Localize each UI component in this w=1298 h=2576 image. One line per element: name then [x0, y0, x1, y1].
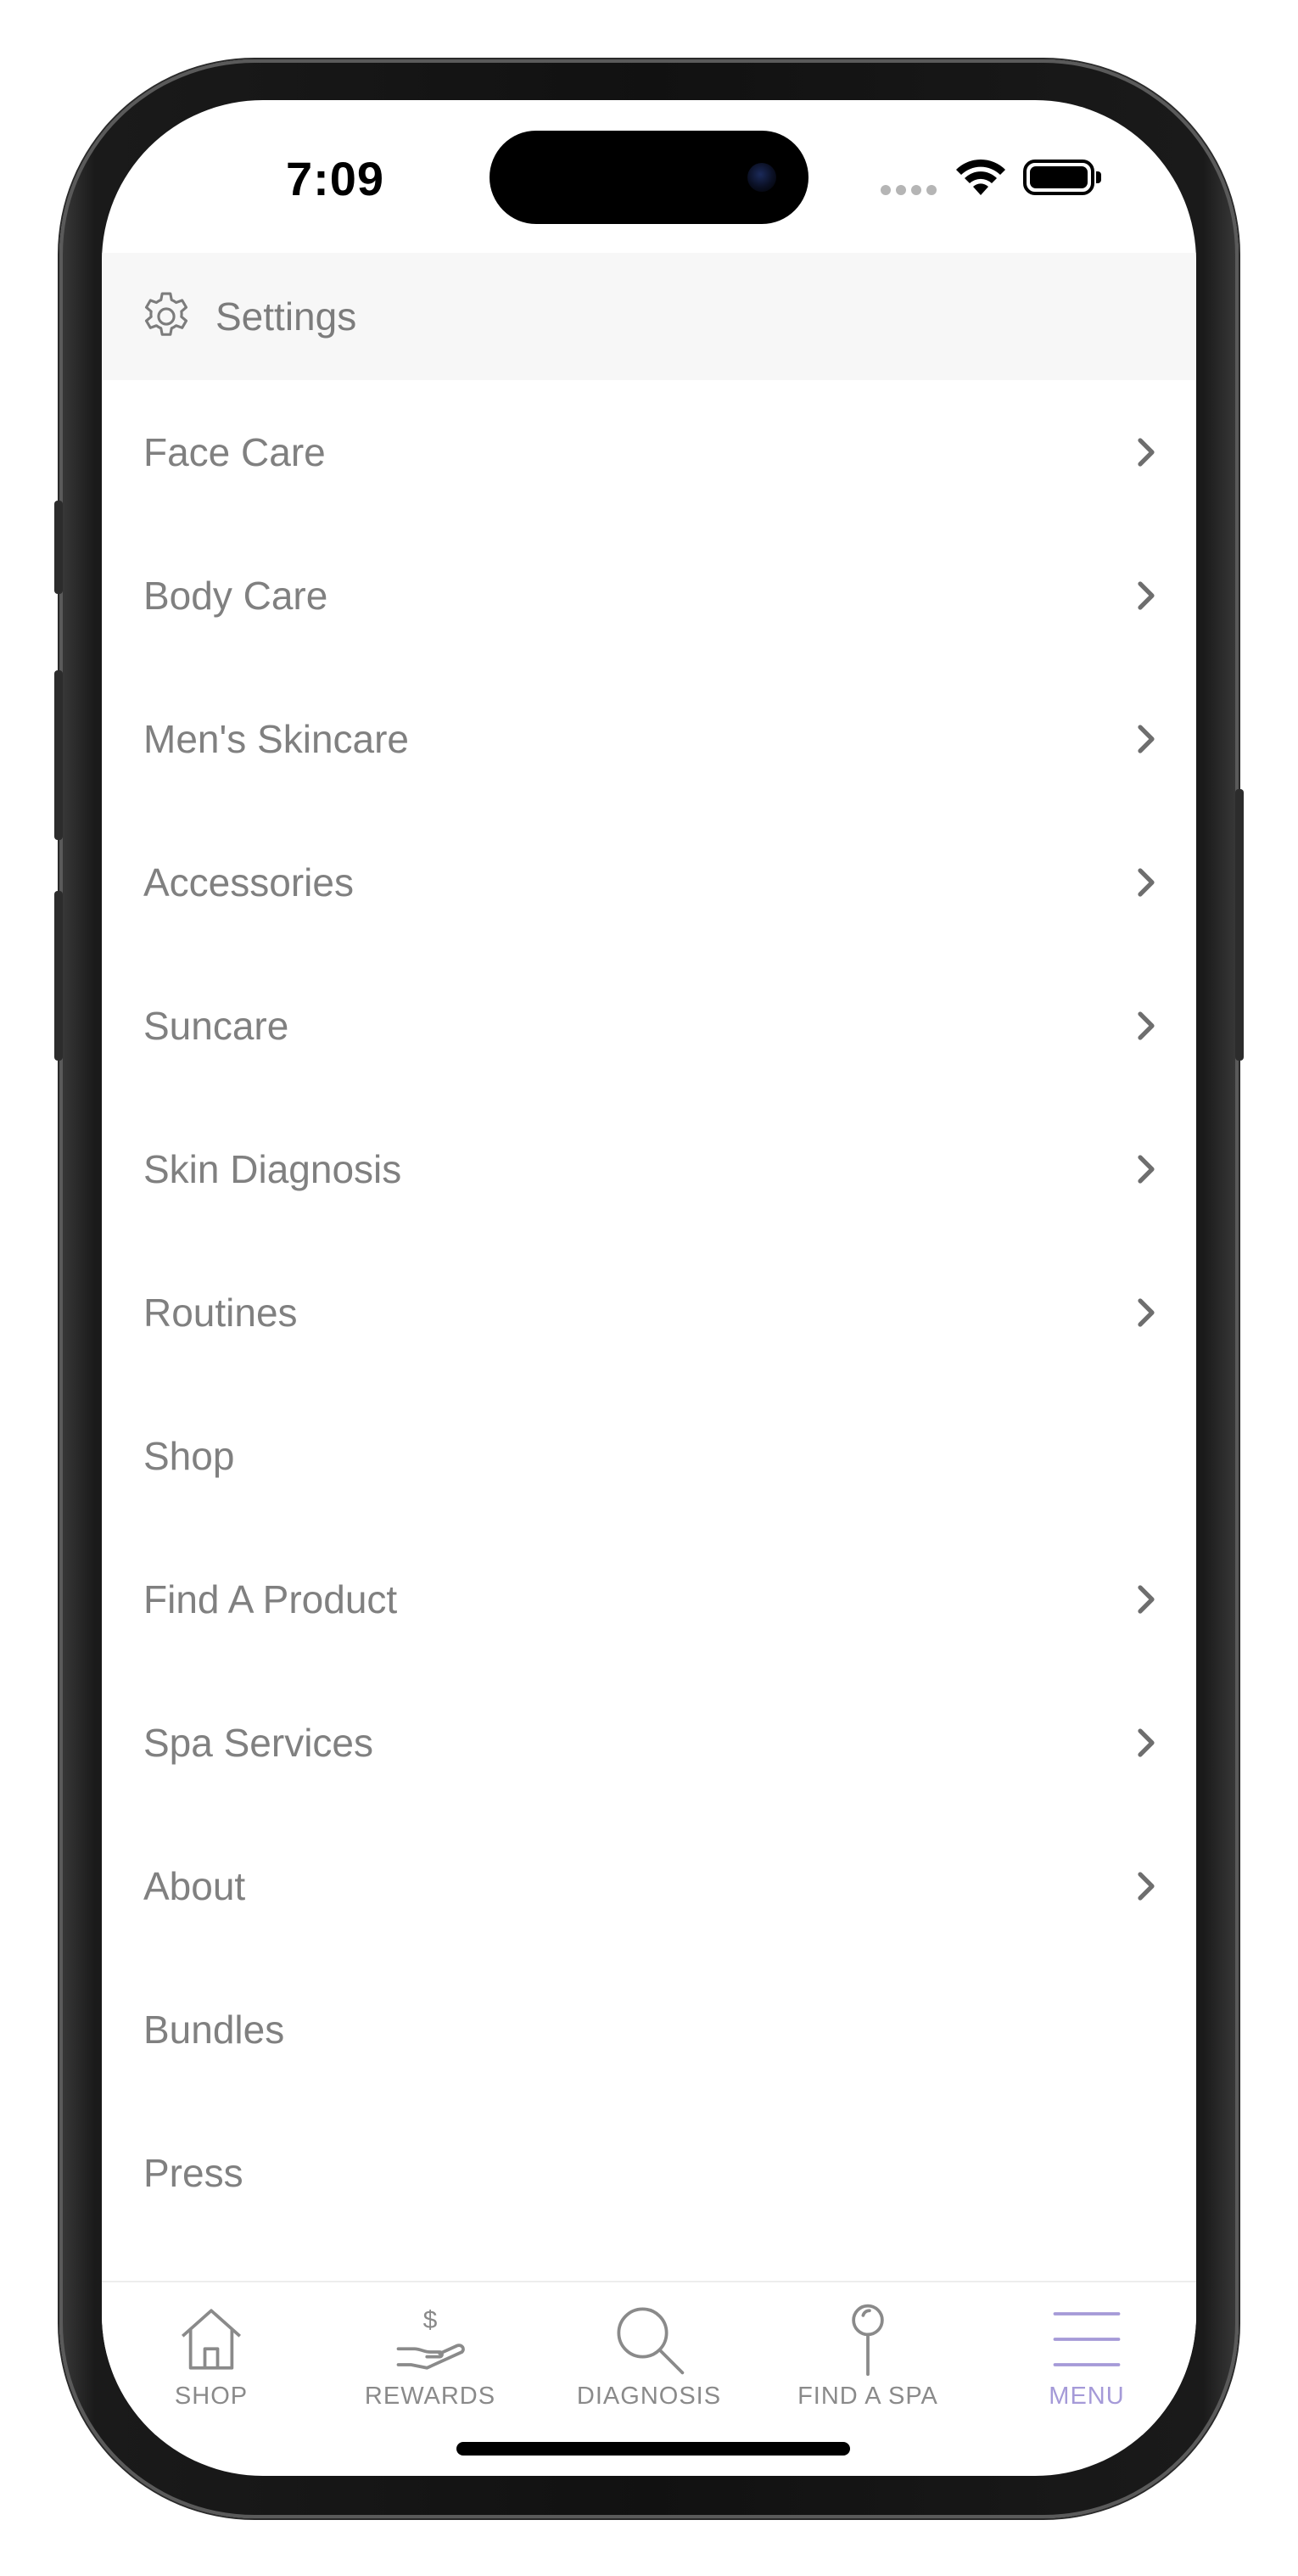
menu-item-label: About [143, 1863, 246, 1908]
chevron-right-icon [1138, 724, 1155, 753]
menu-item[interactable]: Bundles [102, 1957, 1196, 2101]
menu-item[interactable]: Shop [102, 1384, 1196, 1527]
settings-label: Settings [215, 294, 357, 339]
menu-item[interactable]: Press [102, 2101, 1196, 2244]
menu-item[interactable]: Face Care [102, 380, 1196, 524]
hand-dollar-icon: $ [396, 2306, 465, 2370]
menu-item[interactable]: Men's Skincare [102, 667, 1196, 810]
gear-icon [144, 292, 188, 336]
menu-item-label: Spa Services [143, 1720, 374, 1765]
menu-item[interactable]: Suncare [102, 954, 1196, 1097]
bottom-tab-bar: SHOP $ REWARDS DIAGNOSIS FIND A SPA MENU [102, 2281, 1196, 2435]
menu-item[interactable]: Skin Diagnosis [102, 1097, 1196, 1240]
chevron-right-icon [1138, 1871, 1155, 1901]
menu-item-label: Bundles [143, 2007, 285, 2052]
chevron-right-icon [1138, 1011, 1155, 1040]
menu-item-label: Skin Diagnosis [143, 1146, 402, 1191]
status-time: 7:09 [285, 152, 385, 205]
hamburger-menu-icon [1053, 2312, 1121, 2366]
menu-item[interactable]: Find A Product [102, 1527, 1196, 1671]
menu-item-label: Men's Skincare [143, 716, 410, 761]
home-icon [182, 2309, 241, 2370]
chevron-right-icon [1138, 1584, 1155, 1614]
magnifier-icon [617, 2307, 685, 2375]
menu-item-label: Shop [143, 1433, 235, 1478]
menu-item[interactable]: Routines [102, 1240, 1196, 1384]
volume-up-button [54, 670, 63, 840]
menu-item[interactable]: Accessories [102, 810, 1196, 954]
tab-shop-label: SHOP [174, 2383, 249, 2410]
volume-down-button [54, 891, 63, 1061]
home-indicator [456, 2442, 850, 2456]
front-camera [747, 163, 776, 192]
chevron-right-icon [1138, 580, 1155, 610]
tab-menu[interactable]: MENU [977, 2282, 1196, 2435]
chevron-right-icon [1138, 1297, 1155, 1327]
battery-icon [1023, 160, 1101, 195]
menu-item-label: Body Care [143, 573, 328, 618]
cellular-signal-icon [881, 185, 937, 195]
menu-item[interactable]: About [102, 1814, 1196, 1957]
settings-row[interactable]: Settings [102, 253, 1196, 380]
tab-rewards-label: REWARDS [364, 2383, 496, 2410]
tab-shop[interactable]: SHOP [102, 2282, 321, 2435]
menu-item-label: Suncare [143, 1003, 289, 1048]
tab-find-a-spa[interactable]: FIND A SPA [758, 2282, 977, 2435]
menu-item[interactable]: Spa Services [102, 1671, 1196, 1814]
chevron-right-icon [1138, 867, 1155, 897]
menu-item-label: Find A Product [143, 1576, 398, 1621]
dynamic-island [490, 131, 808, 224]
tab-find-a-spa-label: FIND A SPA [797, 2383, 938, 2410]
chevron-right-icon [1138, 437, 1155, 467]
tab-diagnosis-label: DIAGNOSIS [576, 2383, 722, 2410]
tab-menu-label: MENU [1049, 2383, 1125, 2410]
svg-text:$: $ [423, 2306, 438, 2334]
menu-item[interactable]: Body Care [102, 524, 1196, 667]
tab-diagnosis[interactable]: DIAGNOSIS [540, 2282, 758, 2435]
app-screen: 7:09 Settings Face Care Body Care Men's Sk… [102, 100, 1196, 2476]
menu-item-label: Routines [143, 1290, 298, 1335]
tab-rewards[interactable]: $ REWARDS [321, 2282, 540, 2435]
menu-item-label: Press [143, 2150, 243, 2195]
power-button [1235, 789, 1244, 1061]
action-button [54, 501, 63, 594]
menu-item-label: Face Care [143, 429, 326, 474]
menu-list: Face Care Body Care Men's Skincare Accessor… [102, 380, 1196, 2244]
wifi-icon [956, 159, 1005, 195]
map-pin-icon [852, 2304, 884, 2377]
chevron-right-icon [1138, 1154, 1155, 1184]
chevron-right-icon [1138, 1728, 1155, 1757]
menu-item-label: Accessories [143, 860, 354, 904]
